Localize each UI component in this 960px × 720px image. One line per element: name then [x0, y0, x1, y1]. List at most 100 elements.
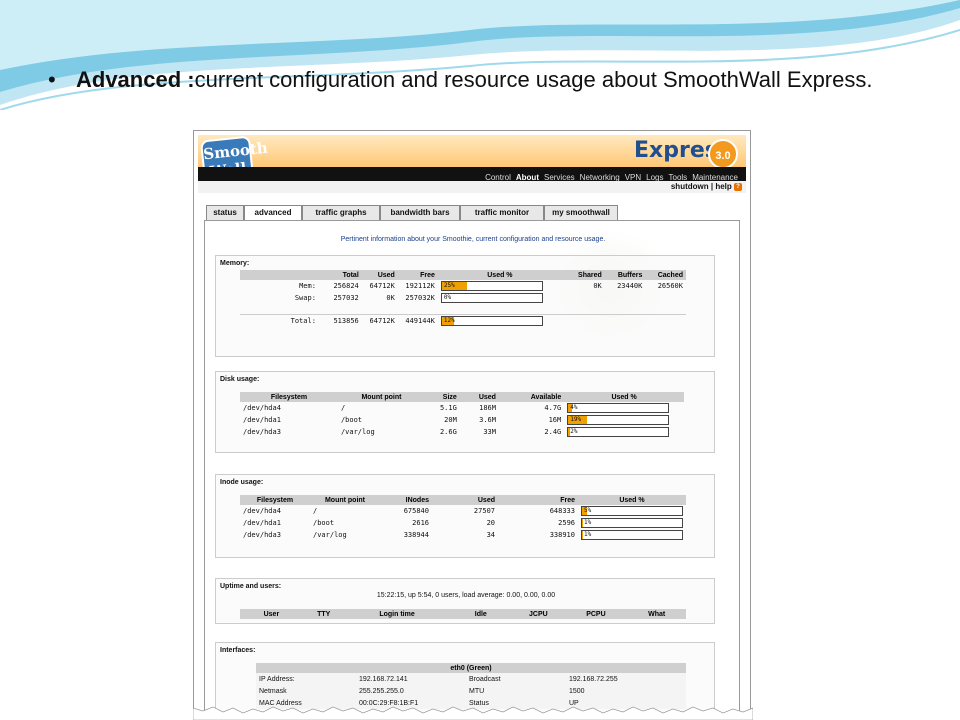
- total-usage-bar: 12%: [440, 315, 543, 326]
- inode-table: Filesystem Mount point INodes Used Free …: [240, 495, 686, 541]
- iface-key: Broadcast: [469, 675, 501, 683]
- swap-used: 0K: [386, 294, 395, 302]
- disk-panel: Disk usage: Filesystem Mount point Size …: [215, 371, 715, 453]
- iface-value: 255.255.255.0: [359, 687, 404, 695]
- iface-key: Netmask: [259, 687, 287, 695]
- users-col-user: User: [240, 609, 303, 619]
- table-row: /dev/hda1 /boot 2616 20 2596 1%: [240, 517, 686, 529]
- disk-usage-label: 2%: [570, 428, 578, 435]
- mem-used: 64712K: [369, 282, 395, 290]
- table-row: /dev/hda4 / 675840 27507 648333 5%: [240, 505, 686, 517]
- swap-cached: [645, 292, 686, 304]
- disk-usage-label: 4%: [570, 404, 578, 411]
- inode-pct-cell: 1%: [578, 517, 686, 529]
- users-col-idle: Idle: [449, 609, 513, 619]
- memory-title: Memory:: [220, 260, 250, 267]
- tab-traffic-monitor[interactable]: traffic monitor: [460, 205, 544, 220]
- inode-count: 675840: [403, 507, 429, 515]
- inode-header-row: Filesystem Mount point INodes Used Free …: [240, 495, 686, 505]
- mem-shared: 0K: [593, 282, 602, 290]
- disk-pct-cell: 19%: [564, 414, 684, 426]
- inode-free: 2596: [558, 519, 575, 527]
- disk-pct-cell: 2%: [564, 426, 684, 438]
- inode-free: 648333: [549, 507, 575, 515]
- disk-avail: 4.7G: [544, 404, 562, 412]
- inode-usage-bar: 1%: [581, 518, 683, 528]
- memory-col-total: Total: [318, 270, 362, 280]
- disk-pct-cell: 4%: [564, 402, 684, 414]
- disk-usage-bar: 4%: [567, 403, 670, 413]
- iface-value: 192.168.72.255: [569, 675, 618, 683]
- disk-usage-label: 19%: [570, 416, 582, 423]
- inode-count: 2616: [412, 519, 429, 527]
- memory-col-used: Used: [361, 270, 398, 280]
- table-row: /dev/hda4 / 5.1G 186M 4.7G 4%: [240, 402, 684, 414]
- content-area: Pertinent information about your Smoothi…: [204, 220, 740, 719]
- slide-heading: Advanced :current configuration and reso…: [76, 66, 928, 94]
- inode-fs: /dev/hda3: [243, 531, 281, 539]
- mem-total: 256824: [333, 282, 359, 290]
- mem-buffers: 23440K: [617, 282, 643, 290]
- uptime-title: Uptime and users:: [220, 583, 282, 590]
- inode-col-inodes: INodes: [380, 495, 432, 505]
- memory-col-usedpct: Used %: [437, 270, 562, 280]
- inode-col-used: Used: [432, 495, 498, 505]
- mem-free: 192112K: [405, 282, 435, 290]
- disk-col-avail: Available: [498, 392, 565, 402]
- users-col-login: Login time: [344, 609, 450, 619]
- inode-usage-bar: 5%: [581, 506, 683, 516]
- inode-fs: /dev/hda1: [243, 519, 281, 527]
- total-free: 449144K: [405, 316, 435, 325]
- swap-buffers: [605, 292, 646, 304]
- interfaces-table: eth0 (Green) IP Address: 192.168.72.141 …: [256, 663, 686, 709]
- version-badge: 3.0: [708, 139, 738, 169]
- heading-bold: Advanced :: [76, 67, 195, 92]
- bullet-dot: •: [48, 67, 56, 92]
- inode-mount: /var/log: [313, 531, 347, 539]
- inode-used: 34: [486, 531, 495, 539]
- inode-usage-fill: [582, 531, 583, 539]
- swap-label: Swap:: [294, 294, 316, 302]
- users-col-jcpu: JCPU: [512, 609, 565, 619]
- total-usage-label: 12%: [443, 316, 455, 324]
- shutdown-help-links[interactable]: shutdown | help: [671, 182, 732, 191]
- disk-size: 5.1G: [439, 404, 457, 412]
- total-label: Total:: [290, 316, 316, 325]
- memory-col-free: Free: [397, 270, 438, 280]
- inode-count: 338944: [403, 531, 429, 539]
- disk-table: Filesystem Mount point Size Used Availab…: [240, 392, 684, 438]
- swap-usage-bar: 0%: [440, 293, 543, 303]
- main-nav: Control About Services Networking VPN Logs Too…: [198, 167, 746, 182]
- total-empty: [562, 314, 686, 327]
- disk-size: 20M: [444, 416, 457, 424]
- mem-usage-bar: 25%: [440, 281, 543, 291]
- disk-fs: /dev/hda4: [243, 404, 281, 412]
- mem-label: Mem:: [299, 282, 316, 290]
- table-row: Netmask 255.255.255.0 MTU 1500: [256, 685, 686, 697]
- disk-mount: /: [340, 404, 346, 412]
- tab-bandwidth-bars[interactable]: bandwidth bars: [380, 205, 460, 220]
- inode-usage-fill: [582, 519, 583, 527]
- inode-col-fs: Filesystem: [240, 495, 310, 505]
- table-row: /dev/hda1 /boot 20M 3.6M 16M 19%: [240, 414, 684, 426]
- users-header-row: User TTY Login time Idle JCPU PCPU What: [240, 609, 686, 619]
- inode-mount: /boot: [313, 519, 335, 527]
- disk-used: 33M: [483, 428, 496, 436]
- table-row: /dev/hda3 /var/log 2.6G 33M 2.4G 2%: [240, 426, 684, 438]
- inode-fs: /dev/hda4: [243, 507, 281, 515]
- tab-status[interactable]: status: [206, 205, 244, 220]
- table-row: /dev/hda3 /var/log 338944 34 338910 1%: [240, 529, 686, 541]
- tab-advanced[interactable]: advanced: [244, 205, 302, 221]
- inode-used: 20: [486, 519, 495, 527]
- inode-pct-cell: 1%: [578, 529, 686, 541]
- inode-usage-label: 1%: [584, 519, 592, 526]
- tab-my-smoothwall[interactable]: my smoothwall: [544, 205, 618, 220]
- question-icon[interactable]: ?: [734, 182, 742, 191]
- memory-col-cached: Cached: [645, 270, 686, 280]
- table-row: Swap: 257032 0K 257032K 0%: [240, 292, 686, 304]
- memory-panel: Memory: Total Used Free Used % Shared Bu…: [215, 255, 715, 357]
- disk-usage-bar: 2%: [567, 427, 670, 437]
- disk-usage-bar: 19%: [567, 415, 670, 425]
- table-row: IP Address: 192.168.72.141 Broadcast 192…: [256, 673, 686, 685]
- tab-traffic-graphs[interactable]: traffic graphs: [302, 205, 380, 220]
